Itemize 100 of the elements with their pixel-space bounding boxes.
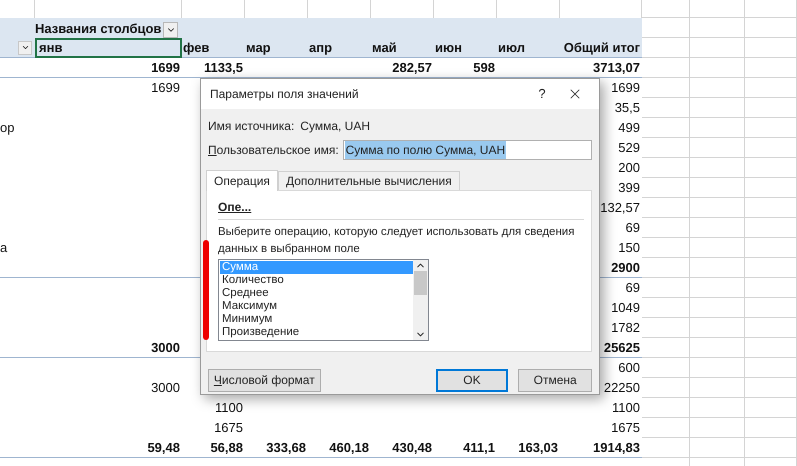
- table-cell-text: 600: [618, 359, 640, 378]
- grid-cell[interactable]: [690, 178, 745, 198]
- ok-button[interactable]: OK: [436, 368, 508, 392]
- grid-cell[interactable]: [690, 218, 745, 238]
- grid-cell[interactable]: [690, 238, 745, 258]
- tab[interactable]: Дополнительные вычисления: [278, 171, 460, 190]
- grid-cell[interactable]: [690, 298, 745, 318]
- list-item[interactable]: Произведение: [220, 326, 413, 339]
- column-header[interactable]: май: [371, 38, 434, 58]
- grid-cell[interactable]: [642, 138, 690, 158]
- grid-cell[interactable]: [690, 78, 745, 98]
- grid-cell[interactable]: [642, 418, 690, 438]
- grid-cell[interactable]: [690, 418, 745, 438]
- grid-cell[interactable]: [642, 398, 690, 418]
- grid-cell[interactable]: [745, 158, 797, 178]
- list-item[interactable]: Среднее: [220, 287, 413, 300]
- grid-cell[interactable]: [690, 118, 745, 138]
- table-cell-text: 69: [626, 219, 640, 238]
- grid-cell[interactable]: [690, 258, 745, 278]
- grid-cell[interactable]: [690, 398, 745, 418]
- grid-cell[interactable]: [745, 78, 797, 98]
- grid-cell[interactable]: [745, 318, 797, 338]
- grid-cell[interactable]: [642, 218, 690, 238]
- number-format-button[interactable]: Числовой формат: [208, 368, 321, 392]
- grid-cell[interactable]: [745, 178, 797, 198]
- column-header[interactable]: июн: [434, 38, 497, 58]
- grid-cell[interactable]: [690, 38, 745, 58]
- grid-cell[interactable]: [745, 278, 797, 298]
- grid-cell[interactable]: [642, 238, 690, 258]
- grid-cell[interactable]: [642, 338, 690, 358]
- grid-cell[interactable]: [745, 258, 797, 278]
- grid-cell[interactable]: [642, 158, 690, 178]
- column-header[interactable]: апр: [308, 38, 371, 58]
- grid-cell[interactable]: [745, 378, 797, 398]
- grid-cell[interactable]: [642, 198, 690, 218]
- operation-list[interactable]: Сумма Количество Среднее Максимум Минимум Произведение: [218, 259, 429, 341]
- grid-cell[interactable]: [745, 218, 797, 238]
- list-item[interactable]: Количество: [220, 274, 413, 287]
- column-header[interactable]: янв: [35, 38, 182, 58]
- grid-cell[interactable]: [690, 338, 745, 358]
- grid-cell[interactable]: [642, 18, 690, 38]
- grid-cell[interactable]: [642, 98, 690, 118]
- table-cell-text: 163,03: [518, 438, 558, 457]
- list-item[interactable]: Минимум: [220, 313, 413, 326]
- grid-cell[interactable]: [745, 98, 797, 118]
- filter-button[interactable]: [163, 22, 178, 38]
- filter-button[interactable]: [18, 40, 32, 54]
- grid-cell[interactable]: [745, 138, 797, 158]
- grid-cell[interactable]: [642, 438, 690, 458]
- grid-cell[interactable]: [642, 178, 690, 198]
- grid-cell[interactable]: [690, 18, 745, 38]
- table-cell-text: 59,48: [147, 438, 180, 457]
- table-cell-text: 69: [626, 279, 640, 298]
- grid-cell[interactable]: [642, 118, 690, 138]
- grid-cell[interactable]: [642, 258, 690, 278]
- grid-cell[interactable]: [745, 38, 797, 58]
- input-field[interactable]: Сумма по полю Сумма, UAH: [342, 140, 592, 160]
- grid-cell[interactable]: [690, 0, 745, 18]
- list-item[interactable]: Максимум: [220, 300, 413, 313]
- table-cell-text: 35,5: [614, 99, 640, 118]
- grid-cell[interactable]: [690, 98, 745, 118]
- grid-cell[interactable]: [642, 58, 690, 78]
- grid-cell[interactable]: [745, 398, 797, 418]
- scrollbar[interactable]: [413, 260, 428, 340]
- column-header[interactable]: фев: [182, 38, 245, 58]
- grid-cell[interactable]: [642, 0, 690, 18]
- grid-cell[interactable]: [745, 438, 797, 458]
- grid-cell[interactable]: [745, 118, 797, 138]
- grid-cell[interactable]: [642, 38, 690, 58]
- column-header[interactable]: июл: [497, 38, 560, 58]
- tab[interactable]: Операция: [206, 170, 278, 191]
- grid-cell[interactable]: [690, 318, 745, 338]
- grid-cell[interactable]: [745, 418, 797, 438]
- grid-cell[interactable]: [690, 58, 745, 78]
- grid-cell[interactable]: [745, 238, 797, 258]
- grid-cell[interactable]: [690, 198, 745, 218]
- grid-cell[interactable]: [745, 358, 797, 378]
- grid-cell[interactable]: [745, 58, 797, 78]
- grid-cell[interactable]: [745, 18, 797, 38]
- grid-cell[interactable]: [745, 0, 797, 18]
- grid-cell[interactable]: [745, 198, 797, 218]
- column-header[interactable]: мар: [245, 38, 308, 58]
- window-title: Параметры поля значений: [210, 86, 360, 103]
- grid-cell[interactable]: [690, 438, 745, 458]
- grid-cell[interactable]: [642, 278, 690, 298]
- column-header[interactable]: Общий итог: [560, 38, 642, 58]
- grid-cell[interactable]: [745, 338, 797, 358]
- grid-cell[interactable]: [690, 358, 745, 378]
- grid-cell[interactable]: [690, 158, 745, 178]
- grid-cell[interactable]: [642, 298, 690, 318]
- cancel-button[interactable]: Отмена: [518, 368, 592, 392]
- help-button[interactable]: ?: [527, 82, 557, 106]
- grid-cell[interactable]: [642, 358, 690, 378]
- grid-cell[interactable]: [690, 138, 745, 158]
- grid-cell[interactable]: [642, 78, 690, 98]
- grid-cell[interactable]: [690, 278, 745, 298]
- grid-cell[interactable]: [642, 378, 690, 398]
- grid-cell[interactable]: [745, 298, 797, 318]
- grid-cell[interactable]: [642, 318, 690, 338]
- grid-cell[interactable]: [690, 378, 745, 398]
